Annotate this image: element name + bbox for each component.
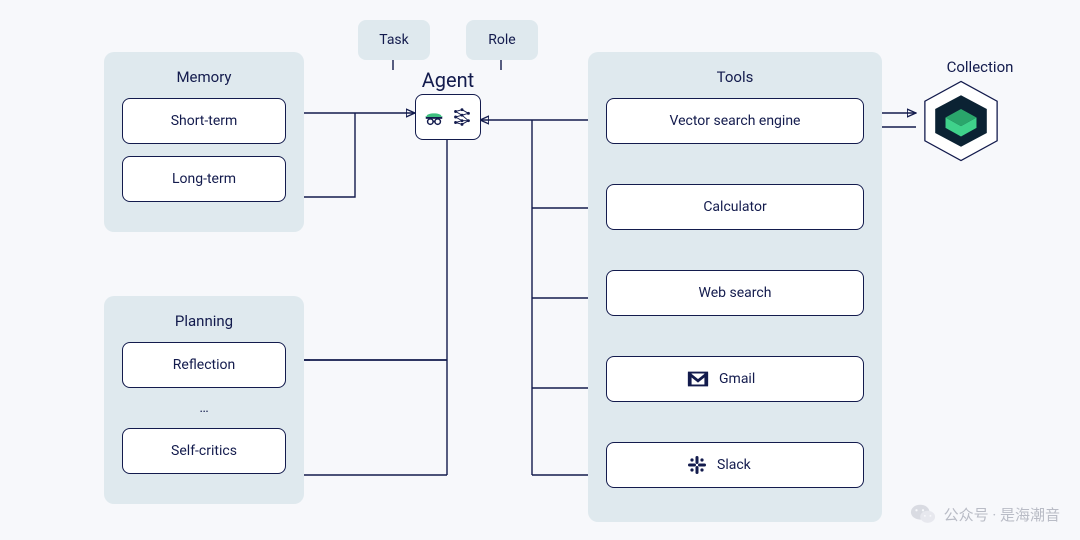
collection-hexagon [918, 78, 1004, 164]
tool-calculator: Calculator [606, 184, 864, 230]
tool-slack: Slack [606, 442, 864, 488]
tool-label: Slack [717, 457, 751, 473]
watermark-text: 公众号 · 是海潮音 [944, 504, 1060, 525]
wechat-icon [910, 502, 936, 526]
detective-icon [423, 106, 445, 128]
tool-gmail: Gmail [606, 356, 864, 402]
tool-label: Web search [699, 285, 772, 301]
weaviate-icon [918, 78, 1004, 164]
planning-title: Planning [118, 312, 290, 330]
task-chip: Task [358, 20, 430, 60]
role-chip: Role [466, 20, 538, 60]
planning-panel: Planning Reflection … Self-critics [104, 296, 304, 504]
role-chip-label: Role [488, 32, 515, 48]
tool-label: Vector search engine [670, 113, 801, 129]
tool-label: Gmail [719, 371, 755, 387]
agent-node [415, 94, 481, 140]
collection-title: Collection [920, 58, 1040, 76]
planning-item-label: Self-critics [171, 443, 237, 459]
neural-net-icon [451, 106, 473, 128]
memory-item-label: Long-term [172, 171, 236, 187]
tool-vector-search: Vector search engine [606, 98, 864, 144]
planning-ellipsis: … [118, 400, 290, 416]
memory-title: Memory [118, 68, 290, 86]
planning-item-self-critics: Self-critics [122, 428, 286, 474]
memory-item-long-term: Long-term [122, 156, 286, 202]
watermark: 公众号 · 是海潮音 [910, 502, 1060, 526]
agent-label: Agent [418, 68, 478, 92]
gmail-icon [687, 370, 709, 388]
tools-title: Tools [602, 68, 868, 86]
tool-web-search: Web search [606, 270, 864, 316]
tool-label: Calculator [703, 199, 766, 215]
memory-panel: Memory Short-term Long-term [104, 52, 304, 232]
memory-item-short-term: Short-term [122, 98, 286, 144]
task-chip-label: Task [379, 32, 409, 48]
planning-item-reflection: Reflection [122, 342, 286, 388]
tools-panel: Tools Vector search engine Calculator We… [588, 52, 882, 522]
memory-item-label: Short-term [171, 113, 238, 129]
planning-item-label: Reflection [173, 357, 235, 373]
slack-icon [687, 455, 707, 475]
